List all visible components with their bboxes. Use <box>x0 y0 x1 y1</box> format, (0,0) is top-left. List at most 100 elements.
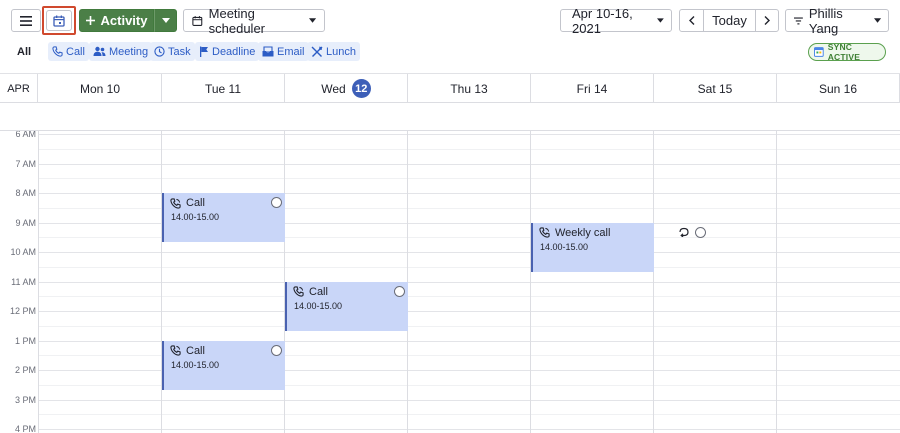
user-name: Phillis Yang <box>808 5 843 36</box>
mark-done-checkbox[interactable] <box>394 285 405 297</box>
envelope-icon <box>262 46 274 57</box>
filter-task[interactable]: Task <box>150 42 195 61</box>
today-button[interactable]: Today <box>703 9 756 32</box>
day-header-label: Thu 13 <box>450 81 488 96</box>
calendar-icon <box>192 15 203 26</box>
hour-label: 1 PM <box>14 335 36 346</box>
half-hour-line <box>38 178 900 180</box>
day-header-label: Sun 16 <box>818 81 858 96</box>
chevron-left-icon <box>688 16 694 25</box>
hour-line <box>38 429 900 430</box>
calendar-event[interactable]: Call 14.00-15.00 <box>162 340 285 390</box>
event-status-icons <box>678 226 706 238</box>
mark-done-checkbox[interactable] <box>695 226 706 238</box>
today-button-label: Today <box>712 13 747 28</box>
hour-label: 8 AM <box>15 188 36 198</box>
hour-label: 4 PM <box>14 424 36 433</box>
calendar-event[interactable]: Weekly call 14.00-15.00 <box>531 222 654 272</box>
calendar-event[interactable]: Call 14.00-15.00 <box>285 281 408 331</box>
event-title: Call <box>170 197 279 209</box>
mark-done-checkbox[interactable] <box>271 197 282 208</box>
half-hour-line <box>38 266 900 268</box>
phone-icon <box>293 286 304 297</box>
filter-meeting[interactable]: Meeting <box>89 42 153 61</box>
flag-icon <box>200 46 208 57</box>
day-header-5[interactable]: Sat 15 <box>654 74 777 103</box>
day-header-label: Wed <box>321 81 346 96</box>
previous-week-button[interactable] <box>679 9 704 32</box>
hour-label: 6 AM <box>15 131 36 139</box>
calendar-view-button[interactable] <box>42 6 76 35</box>
hour-line <box>38 134 900 135</box>
hour-line <box>38 311 900 312</box>
filter-deadline[interactable]: Deadline <box>195 42 260 61</box>
day-header-0[interactable]: Mon 10 <box>39 74 162 103</box>
day-header-2[interactable]: Wed 12 <box>285 74 408 103</box>
date-range-label: Apr 10-16, 2021 <box>572 5 633 36</box>
filter-all[interactable]: All <box>13 42 35 61</box>
activity-type-filters: All Call Meeting Task Deadline Email Lun… <box>0 42 900 64</box>
caret-down-icon <box>308 18 316 23</box>
meeting-scheduler-button[interactable]: Meeting scheduler <box>183 6 325 36</box>
date-range-picker[interactable]: Apr 10-16, 2021 <box>560 6 672 36</box>
event-title: Call <box>170 345 279 357</box>
filter-meeting-label: Meeting <box>109 45 149 58</box>
hour-label: 9 AM <box>15 217 36 228</box>
event-title-text: Call <box>309 285 328 298</box>
filter-lunch[interactable]: Lunch <box>307 42 360 61</box>
day-column-divider <box>530 131 531 433</box>
event-title-text: Call <box>186 344 205 357</box>
hamburger-menu-icon <box>20 15 32 26</box>
sync-status-badge[interactable]: SYNC ACTIVE <box>808 42 886 62</box>
event-title-text: Weekly call <box>555 226 611 239</box>
phone-icon <box>170 345 181 356</box>
day-column-divider <box>776 131 777 433</box>
day-header-4[interactable]: Fri 14 <box>531 74 654 103</box>
utensils-icon <box>311 46 323 57</box>
calendar-view-button-inner <box>46 10 72 31</box>
filter-email[interactable]: Email <box>258 42 309 61</box>
filter-all-label: All <box>17 45 32 58</box>
day-header-label: Mon 10 <box>79 81 121 96</box>
filter-deadline-label: Deadline <box>212 45 256 58</box>
caret-down-icon <box>873 18 881 23</box>
plus-icon <box>85 16 95 25</box>
filter-task-label: Task <box>168 45 191 58</box>
mark-done-checkbox[interactable] <box>271 344 282 356</box>
event-time: 14.00-15.00 <box>294 300 343 311</box>
activity-dropdown-button[interactable] <box>154 9 177 32</box>
list-view-button[interactable] <box>11 9 41 32</box>
all-day-row[interactable] <box>0 103 900 131</box>
filter-call[interactable]: Call <box>48 42 89 61</box>
calendar-time-grid[interactable]: 6 AM 7 AM 8 AM 9 AM 10 AM 11 AM 12 PM 1 PM 2 PM 3… <box>0 131 900 433</box>
filter-icon <box>794 16 803 24</box>
day-header-3[interactable]: Thu 13 <box>408 74 531 103</box>
filter-lunch-label: Lunch <box>326 45 356 58</box>
next-week-button[interactable] <box>755 9 779 32</box>
hour-label: 3 PM <box>14 394 36 405</box>
hour-line <box>38 252 900 253</box>
meeting-scheduler-label: Meeting scheduler <box>208 5 266 36</box>
people-icon <box>93 46 106 56</box>
clock-icon <box>154 46 165 57</box>
today-date-badge: 12 <box>351 79 371 98</box>
calendar-event[interactable]: Call 14.00-15.00 <box>162 193 285 243</box>
phone-icon <box>52 46 63 57</box>
hour-line <box>38 399 900 401</box>
half-hour-line <box>38 296 900 298</box>
event-title-text: Call <box>186 197 205 209</box>
day-header-label: Sat 15 <box>697 81 733 96</box>
day-header-label: Fri 14 <box>576 81 608 96</box>
phone-icon <box>170 197 181 209</box>
caret-down-icon <box>657 18 664 23</box>
day-column-divider <box>653 131 654 433</box>
event-title: Weekly call <box>539 227 648 239</box>
day-header-1[interactable]: Tue 11 <box>162 74 285 103</box>
day-header-6[interactable]: Sun 16 <box>777 74 900 103</box>
add-activity-button[interactable]: Activity <box>79 9 154 32</box>
event-time: 14.00-15.00 <box>171 212 220 222</box>
toolbar: Activity Meeting scheduler Apr 10-16, 20… <box>0 0 900 40</box>
day-header-label: Tue 11 <box>204 81 242 96</box>
user-filter-button[interactable]: Phillis Yang <box>785 6 889 36</box>
half-hour-line <box>38 148 900 150</box>
